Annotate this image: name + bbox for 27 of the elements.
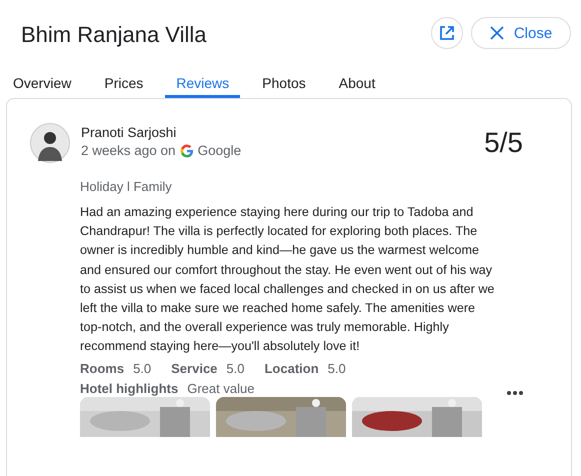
review-text: Had an amazing experience staying here during our trip to Tadoba and Chandrapur! The villa is perfectly located for exploring both places. The owner is incredibly humble and kind—he gave us the warmest welcome and ensured our comfort throughout the stay. He even went out of his way to assist us when we faced local challenges and checked in on us after we left the villa to make sure we reached home safely. The amenities were top-notch, and the overall experience was truly memorable. Highly recommend staying here—you'll absolutely love it! <box>80 204 496 356</box>
google-logo-icon <box>180 144 194 158</box>
rating-value: 5.0 <box>133 361 152 376</box>
avatar <box>30 123 70 163</box>
rating-value: 5.0 <box>328 361 346 376</box>
tab[interactable]: Photos <box>251 71 317 98</box>
review-source: Google <box>198 143 242 158</box>
hotel-title: Bhim Ranjana Villa <box>21 22 206 48</box>
review-score: 5/5 <box>484 127 523 160</box>
tab[interactable]: About <box>328 71 386 98</box>
trip-type: Holiday l Family <box>80 179 173 194</box>
close-button[interactable]: Close <box>471 17 571 49</box>
rating-label: Service <box>171 361 218 376</box>
rating-label: Rooms <box>80 361 124 376</box>
rating-label: Location <box>264 361 319 376</box>
tab[interactable]: Overview <box>2 71 82 98</box>
close-icon <box>490 26 504 40</box>
highlights-label: Hotel highlights <box>80 381 178 396</box>
more-icon <box>507 390 523 395</box>
reviewer-name: Pranoti Sarjoshi <box>81 125 178 140</box>
tab[interactable]: Prices <box>93 71 154 98</box>
open-external-icon <box>439 25 455 41</box>
review-time: 2 weeks ago on <box>81 143 176 158</box>
highlights-value: Great value <box>187 381 254 396</box>
tab[interactable]: Reviews <box>165 71 240 98</box>
rating-value: 5.0 <box>226 361 244 376</box>
open-external-button[interactable] <box>431 17 463 49</box>
